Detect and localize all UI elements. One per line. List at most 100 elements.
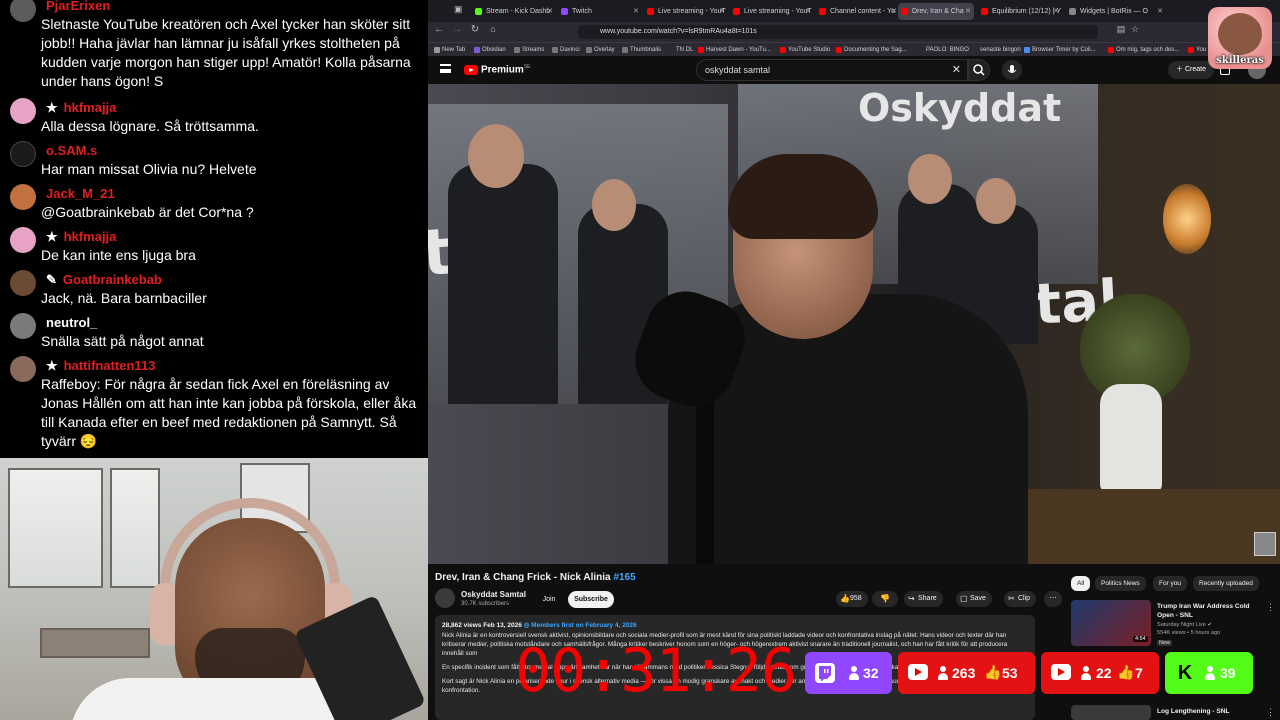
chat-username: PjarErixen	[46, 0, 111, 13]
youtube-icon	[908, 664, 928, 680]
bookmark-item[interactable]: Harvest Dawn - YouTu...	[698, 44, 771, 56]
close-icon[interactable]: ✕	[965, 3, 971, 20]
save-button[interactable]: ▢ Save	[956, 591, 992, 607]
bookmark-item[interactable]: TN DL	[668, 44, 693, 56]
menu-icon[interactable]	[440, 64, 451, 73]
youtube-viewer-count: 263 👍 53	[898, 652, 1035, 694]
bookmark-star-icon[interactable]: ☆	[1128, 24, 1142, 35]
youtube-logo-icon[interactable]	[464, 65, 478, 75]
close-icon[interactable]: ✕	[805, 3, 811, 20]
search-button[interactable]	[968, 59, 990, 81]
bookmark-item[interactable]: Overlay	[586, 44, 615, 56]
channel-name[interactable]: Oskyddat Samtal	[461, 590, 526, 599]
close-icon[interactable]: ✕	[719, 3, 725, 20]
bookmark-item[interactable]: Documenting the Sag...	[836, 44, 907, 56]
clear-icon[interactable]: ✕	[952, 60, 961, 80]
home-icon[interactable]: ⌂	[486, 24, 500, 34]
subscribe-button[interactable]: Subscribe	[568, 591, 614, 608]
bookmark-item[interactable]: Thumbnails	[622, 44, 661, 56]
recommended-title[interactable]: Log Lengthening - SNL	[1157, 707, 1267, 716]
avatar	[10, 270, 36, 296]
chat-username: neutrol_	[46, 315, 98, 330]
voice-search-button[interactable]	[1002, 60, 1022, 80]
tab-label: Live streaming - YouT	[744, 8, 812, 15]
browser-tab[interactable]: Stream - Kick Dashb ✕	[472, 3, 556, 20]
recommended-video[interactable]: 4:54 Trump Iran War Address Cold Open - …	[1071, 600, 1271, 652]
bookmark-item[interactable]: Streams	[514, 44, 544, 56]
close-icon[interactable]: ✕	[1157, 3, 1163, 20]
video-thumbnail[interactable]	[1071, 705, 1151, 720]
avatar	[10, 98, 36, 124]
scissors-icon: ✂	[1008, 594, 1015, 603]
bookmark-item[interactable]: senaste bingon	[972, 44, 1021, 56]
close-icon[interactable]: ✕	[1053, 3, 1059, 20]
chip-all[interactable]: All	[1071, 576, 1091, 591]
bookmark-item[interactable]: Davinci	[552, 44, 580, 56]
browser-tab[interactable]: Twitch ✕	[558, 3, 642, 20]
browser-tab[interactable]: Widgets | BotRix — O ✕	[1066, 3, 1166, 20]
youtube-brand[interactable]: PremiumSE	[481, 64, 530, 75]
browser-tab[interactable]: Live streaming - YouT ✕	[644, 3, 728, 20]
more-actions-button[interactable]: ⋯	[1044, 591, 1062, 607]
more-icon[interactable]: ⋮	[1266, 707, 1275, 718]
poster-person	[448, 164, 558, 404]
video-player[interactable]: Oskyddat tal Samtal	[428, 84, 1280, 564]
bookmark-item[interactable]: PAOLO: BINGO	[918, 44, 969, 56]
like-count: 7	[1135, 665, 1143, 681]
bookmark-item[interactable]: YouTube Studio	[780, 44, 830, 56]
avatar	[10, 313, 36, 339]
back-icon[interactable]: ←	[432, 24, 446, 35]
description-meta: 28,862 views Feb 13, 2026 ◎ Members firs…	[442, 622, 637, 629]
forward-icon[interactable]: →	[450, 24, 464, 35]
banner-text: Oskyddat	[858, 86, 1062, 130]
like-button[interactable]: 👍 958	[836, 591, 868, 607]
reload-icon[interactable]: ↻	[468, 24, 482, 35]
avatar	[10, 356, 36, 382]
chip-recently-uploaded[interactable]: Recently uploaded	[1193, 576, 1259, 591]
close-icon[interactable]: ✕	[891, 3, 897, 20]
more-icon[interactable]: ⋮	[1266, 602, 1275, 613]
browser-tab[interactable]: Equilibrium (12/12) | Y ✕	[978, 3, 1062, 20]
avatar	[10, 184, 36, 210]
chat-text: Raffeboy: För några år sedan fick Axel e…	[41, 376, 417, 449]
share-button[interactable]: ↪ Share	[904, 591, 943, 607]
clip-button[interactable]: ✂ Clip	[1004, 591, 1037, 607]
close-icon[interactable]: ✕	[547, 3, 553, 20]
bookmark-item[interactable]: Om mig, tags och des...	[1108, 44, 1179, 56]
search-input[interactable]: oskyddat samtal ✕	[696, 59, 968, 81]
close-icon[interactable]: ✕	[633, 3, 639, 20]
viewer-icon	[849, 666, 859, 680]
browser-window: ▣ Stream - Kick Dashb ✕ Twitch ✕ Live stre…	[428, 0, 1280, 720]
bookmark-item[interactable]: You	[1188, 44, 1206, 56]
bookmark-item[interactable]: New Tab	[434, 44, 465, 56]
viewer-count: 39	[1220, 665, 1236, 681]
dislike-button[interactable]: 👎	[872, 591, 898, 607]
tab-bar: ▣ Stream - Kick Dashb ✕ Twitch ✕ Live stre…	[428, 0, 1280, 22]
bookmark-item[interactable]: Obsidian	[474, 44, 506, 56]
tab-overview-icon[interactable]: ▣	[454, 4, 463, 15]
chip-politics-news[interactable]: Politics News	[1095, 576, 1146, 591]
reader-view-icon[interactable]: ▤	[1114, 24, 1128, 35]
bookmark-item[interactable]: Browser Timer by Coli...	[1024, 44, 1096, 56]
tab-label: Stream - Kick Dashb	[486, 8, 551, 15]
address-bar[interactable]: www.youtube.com/watch?v=lsR9tmRAu4a8t=10…	[578, 25, 1098, 39]
chat-text: De kan inte ens ljuga bra	[41, 247, 196, 263]
avatar	[10, 227, 36, 253]
logo-face	[1218, 13, 1262, 55]
channel-avatar[interactable]	[435, 588, 455, 608]
recommended-title[interactable]: Trump Iran War Address Cold Open - SNL	[1157, 602, 1267, 620]
browser-tab-active[interactable]: Drev, Iran & Cha ✕	[898, 3, 974, 20]
browser-tab[interactable]: Channel content - Yo ✕	[816, 3, 900, 20]
chip-for-you[interactable]: For you	[1153, 576, 1188, 591]
recommended-video[interactable]: Log Lengthening - SNL	[1071, 705, 1271, 720]
navigation-bar: ← → ↻ ⌂ www.youtube.com/watch?v=lsR9tmRA…	[428, 22, 1280, 42]
botrix-favicon-icon	[1069, 8, 1076, 15]
join-button[interactable]: Join	[536, 591, 562, 608]
browser-tab[interactable]: Live streaming - YouT ✕	[730, 3, 814, 20]
vase	[1100, 384, 1162, 494]
miniplayer-thumbnail[interactable]	[1254, 532, 1276, 556]
tab-label: Equilibrium (12/12) | Y	[992, 8, 1061, 15]
hashtag-link[interactable]: #165	[613, 572, 635, 583]
chat-username: Goatbrainkebab	[62, 272, 162, 287]
bookmark-icon: ▢	[960, 594, 968, 603]
